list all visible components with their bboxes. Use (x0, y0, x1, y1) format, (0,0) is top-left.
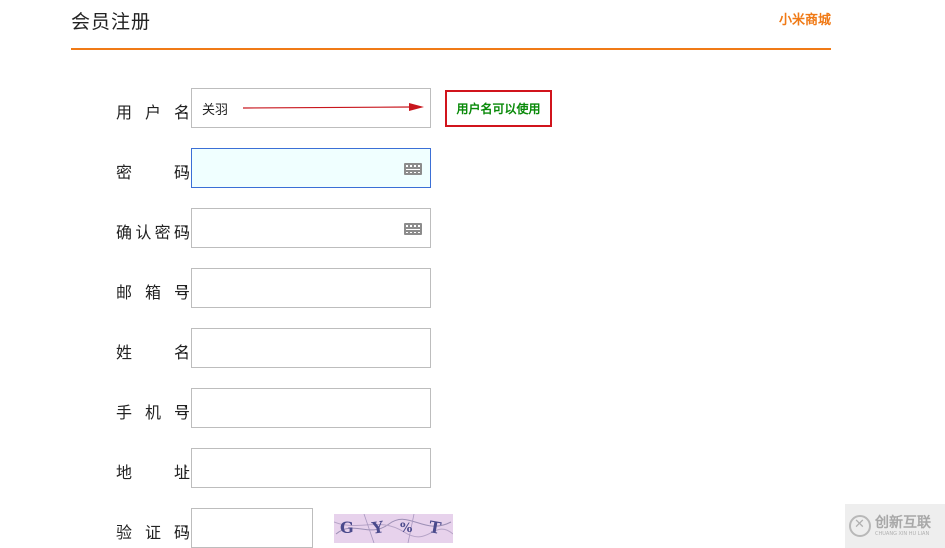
confirm-password-input[interactable] (191, 208, 431, 248)
registration-page: 会员注册 小米商城 用 户 名 : 用户名可以使用 密 码 : 确认密码 : 邮… (0, 0, 945, 548)
email-label: 邮 箱 号 (116, 283, 190, 302)
captcha-char: Y (370, 517, 385, 538)
name-colon: : (183, 339, 189, 358)
keyboard-icon[interactable] (404, 223, 422, 235)
password-input[interactable] (191, 148, 431, 188)
phone-label: 手 机 号 (116, 403, 190, 422)
password-colon: : (183, 159, 189, 178)
captcha-char: G (340, 518, 354, 537)
watermark-logo-icon (849, 515, 871, 537)
captcha-image[interactable]: G Y % T (334, 514, 453, 543)
phone-input[interactable] (191, 388, 431, 428)
phone-colon: : (183, 399, 189, 418)
captcha-label: 验 证 码 (116, 523, 190, 542)
username-label: 用 户 名 (116, 103, 190, 122)
name-label: 姓 名 (116, 343, 190, 362)
page-title: 会员注册 (71, 11, 152, 33)
arrow-annotation-icon (243, 103, 424, 111)
name-input[interactable] (191, 328, 431, 368)
username-colon: : (183, 99, 189, 118)
form-row-name: 姓 名 : (116, 328, 616, 370)
password-label: 密 码 (116, 163, 190, 182)
watermark-sub-text: CHUANG XIN HU LIAN (875, 531, 930, 537)
form-row-password: 密 码 : (116, 148, 616, 190)
confirm-password-colon: : (183, 219, 189, 238)
brand-link[interactable]: 小米商城 (779, 9, 831, 28)
watermark: 创新互联 CHUANG XIN HU LIAN (845, 504, 945, 548)
address-label: 地 址 (116, 463, 190, 482)
captcha-colon: : (183, 519, 189, 538)
address-colon: : (183, 459, 189, 478)
form-row-address: 地 址 : (116, 448, 616, 490)
form-row-email: 邮 箱 号 : (116, 268, 616, 310)
form-row-confirm-password: 确认密码 : (116, 208, 616, 250)
username-status-badge: 用户名可以使用 (445, 90, 552, 127)
captcha-input[interactable] (191, 508, 313, 548)
watermark-text: 创新互联 CHUANG XIN HU LIAN (875, 515, 931, 537)
address-input[interactable] (191, 448, 431, 488)
email-input[interactable] (191, 268, 431, 308)
email-colon: : (183, 279, 189, 298)
form-row-captcha: 验 证 码 : G Y % T (116, 508, 616, 548)
page-header: 会员注册 小米商城 (71, 0, 831, 50)
captcha-char: % (400, 521, 413, 536)
watermark-main-text: 创新互联 (875, 515, 931, 531)
confirm-password-label: 确认密码 (116, 223, 190, 242)
keyboard-icon[interactable] (404, 163, 422, 175)
form-row-phone: 手 机 号 : (116, 388, 616, 430)
